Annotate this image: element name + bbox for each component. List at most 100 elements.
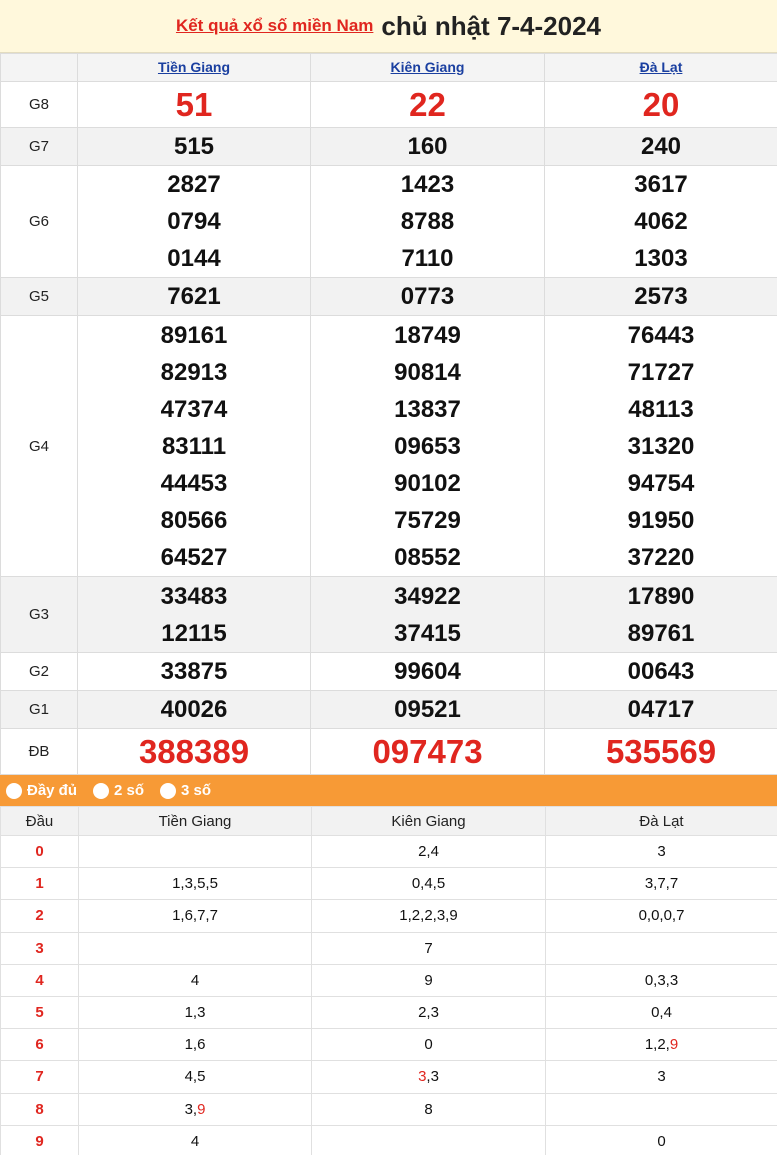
prize-number: 80566 — [160, 506, 228, 534]
prize-number: 8788 — [400, 208, 455, 235]
highlighted-digit: 9 — [669, 1036, 679, 1054]
tab-2-digits[interactable]: 2 số — [93, 782, 144, 799]
head-digit: 3 — [0, 931, 79, 965]
table-cell: 0,3,3 — [545, 963, 777, 997]
head-digit-header-row: Đầu Tiền Giang Kiên Giang Đà Lạt — [0, 806, 777, 836]
prize-label: G8 — [0, 81, 78, 128]
prize-number: 4062 — [634, 208, 688, 235]
radio-icon[interactable] — [93, 782, 110, 799]
prize-label: ĐB — [0, 728, 78, 775]
results-table: Tiền Giang Kiên Giang Đà Lạt G8 51 22 20… — [0, 53, 777, 775]
prize-number: 22 — [409, 85, 446, 123]
table-cell: 3,7,7 — [545, 867, 777, 901]
table-row: 5 1,3 2,3 0,4 — [0, 995, 777, 1030]
table-cell: 1,2,9 — [545, 1028, 777, 1062]
table-cell — [545, 931, 777, 965]
prize-row-g5: G5 7621 0773 2573 — [0, 277, 777, 316]
prize-number: 44453 — [160, 469, 228, 497]
prize-number: 76443 — [627, 321, 695, 349]
prize-number: 2573 — [544, 277, 777, 316]
table-cell: 1,2,2,3,9 — [311, 899, 546, 933]
table-cell: 0 — [311, 1028, 546, 1062]
table-cell: 3 — [545, 1060, 777, 1094]
head-digit: 7 — [0, 1060, 79, 1094]
prize-number: 7110 — [401, 245, 454, 272]
column-header: Tiền Giang — [78, 806, 312, 836]
table-cell: 3,3 — [311, 1060, 546, 1094]
table-cell: 9 — [311, 963, 546, 997]
prize-number: 48113 — [628, 395, 694, 423]
prize-label: G7 — [0, 127, 78, 166]
prize-number: 2827 — [167, 171, 221, 198]
radio-icon[interactable] — [6, 782, 22, 799]
region-results-link[interactable]: Kết quả xổ số miền Nam — [176, 16, 373, 36]
prize-number: 82913 — [160, 358, 228, 386]
prize-number: 90102 — [394, 469, 461, 497]
head-digit: 2 — [0, 899, 79, 933]
prize-row-g6: G6 2827 0794 0144 1423 8788 7110 3617 40… — [0, 165, 777, 278]
prize-number: 33483 — [160, 582, 228, 610]
prize-row-g3: G3 33483 12115 34922 37415 17890 89761 — [0, 576, 777, 653]
prize-number: 71727 — [627, 358, 695, 386]
prize-label: G1 — [0, 690, 78, 729]
province-header-row: Tiền Giang Kiên Giang Đà Lạt — [0, 53, 777, 82]
province-link-da-lat[interactable]: Đà Lạt — [640, 59, 683, 75]
prize-number: 37220 — [627, 543, 695, 571]
prize-number: 33875 — [77, 652, 311, 691]
prize-number: 20 — [642, 85, 680, 123]
table-row: 3 7 — [0, 931, 777, 965]
table-cell: 2,3 — [311, 995, 546, 1030]
special-prize-number: 535569 — [605, 732, 717, 770]
head-digit: 6 — [0, 1028, 79, 1062]
prize-row-special: ĐB 388389 097473 535569 — [0, 728, 777, 775]
table-row: 7 4,5 3,3 3 — [0, 1060, 777, 1094]
prize-number: 18749 — [394, 321, 461, 349]
tab-full[interactable]: Đầy đủ — [6, 782, 77, 799]
prize-number: 04717 — [544, 690, 777, 729]
prize-label: G3 — [0, 576, 78, 653]
table-cell: 1,6,7,7 — [78, 899, 312, 933]
prize-number: 00643 — [544, 652, 777, 691]
prize-number: 64527 — [160, 543, 228, 571]
table-cell: 1,6 — [78, 1028, 312, 1062]
table-row: 4 4 9 0,3,3 — [0, 963, 777, 997]
head-digit: 5 — [0, 995, 79, 1030]
prize-number: 34922 — [394, 582, 461, 610]
table-cell: 0,4,5 — [311, 867, 546, 901]
prize-label: G6 — [0, 165, 78, 278]
prize-number: 90814 — [394, 358, 461, 386]
table-cell: 0,4 — [545, 995, 777, 1030]
prize-number: 94754 — [627, 469, 695, 497]
prize-number: 12115 — [161, 619, 227, 647]
prize-number: 89761 — [627, 619, 695, 647]
radio-icon[interactable] — [160, 782, 177, 799]
table-cell — [78, 931, 312, 965]
table-cell: 7 — [311, 931, 546, 965]
highlighted-digit: 9 — [197, 1100, 206, 1118]
prize-number: 37415 — [394, 619, 461, 647]
prize-number: 99604 — [310, 652, 545, 691]
prize-label: G2 — [0, 652, 78, 691]
table-cell — [311, 1124, 546, 1155]
tab-3-digits[interactable]: 3 số — [160, 782, 211, 799]
prize-row-g4: G4 89161 82913 47374 83111 44453 80566 6… — [0, 315, 777, 577]
table-cell: 8 — [311, 1092, 546, 1126]
province-link-tien-giang[interactable]: Tiền Giang — [158, 59, 230, 75]
prize-number: 89161 — [160, 321, 228, 349]
prize-number: 75729 — [394, 506, 461, 534]
table-cell: 4 — [78, 1124, 312, 1155]
head-digit: 1 — [0, 867, 79, 901]
prize-row-g1: G1 40026 09521 04717 — [0, 690, 777, 729]
prize-row-g7: G7 515 160 240 — [0, 127, 777, 166]
page-header: Kết quả xổ số miền Nam chủ nhật 7-4-2024 — [0, 0, 777, 53]
prize-label: G4 — [0, 315, 78, 577]
prize-number: 47374 — [160, 395, 228, 423]
table-cell — [545, 1092, 777, 1126]
table-cell: 3 — [545, 834, 777, 869]
table-cell — [78, 834, 312, 869]
province-link-kien-giang[interactable]: Kiên Giang — [391, 59, 465, 75]
head-digit: 8 — [0, 1092, 79, 1126]
prize-number: 1423 — [400, 171, 455, 198]
head-digit: 0 — [0, 834, 79, 869]
prize-number: 08552 — [394, 543, 461, 571]
